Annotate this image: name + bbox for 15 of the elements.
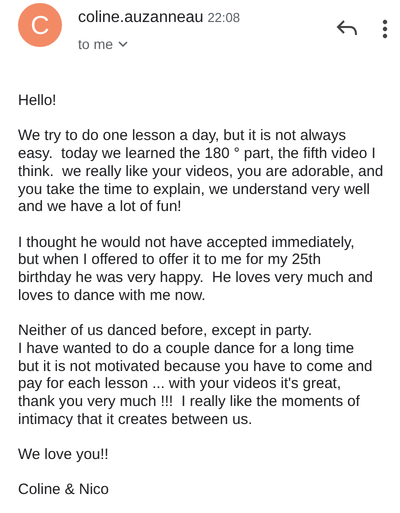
message-paragraph: Coline & Nico <box>18 481 110 500</box>
more-options-icon <box>382 19 388 39</box>
sender-name: coline.auzanneau <box>78 8 204 28</box>
message-paragraph: I thought he would not have accepted immediately, but when I offered to offer it to me for my 25th birthday he was very happy. He loves very much and loves to dance with me now. <box>18 234 374 304</box>
message-paragraph: Neither of us danced before, except in party. I have wanted to do a couple dance for a long time but it is not motivated because you have to come and pay for each lesson ... with your videos it's great, thank you very much !!! I really like the moments of intimacy that it creates between us. <box>18 322 374 428</box>
reply-button[interactable] <box>336 19 358 37</box>
message-paragraph: We try to do one lesson a day, but it is not always easy. today we learned the 180 ° part, the fifth video I think. we really like your videos, you are adorable, and you take the time to explain, we understand very well and we have a lot of fun! <box>18 127 382 216</box>
chevron-down-icon <box>117 40 130 48</box>
message-paragraph: Hello! <box>18 92 58 110</box>
timestamp: 22:08 <box>207 9 240 27</box>
avatar: C <box>18 3 62 47</box>
reply-icon <box>336 19 358 37</box>
recipient-details-toggle[interactable]: to me <box>78 34 130 54</box>
more-options-button[interactable] <box>382 19 388 39</box>
message-paragraph: We love you!! <box>18 446 110 464</box>
